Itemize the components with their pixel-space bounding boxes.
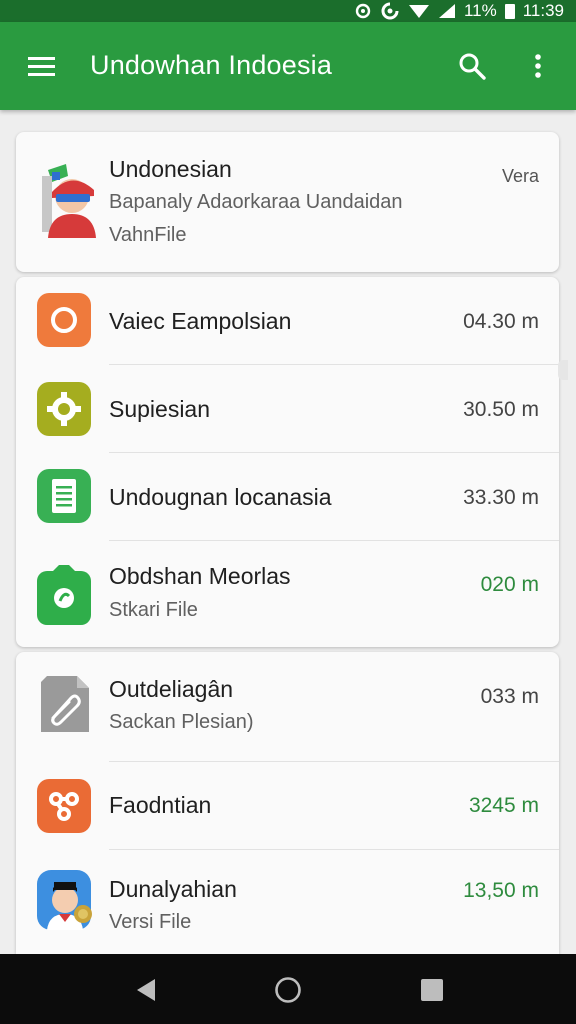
header-file-label: VahnFile — [109, 224, 187, 246]
list-item-title: Dunalyahian — [109, 876, 237, 902]
list-item[interactable]: Obdshan Meorlas Stkari File 020 m — [16, 541, 559, 647]
data-saver-icon — [380, 2, 400, 20]
list-item-title: Supiesian — [109, 396, 211, 422]
app-bar: Undowhan Indoesia — [0, 22, 576, 110]
list-item-subtitle: Stkari File — [109, 599, 198, 621]
wifi-icon — [408, 3, 430, 19]
sync-icon — [354, 2, 372, 20]
app-screen: 11% 11:39 Undowhan Indoesia Undonesian B… — [0, 0, 576, 1024]
signal-icon — [438, 3, 456, 19]
list-item[interactable]: Vaiec Eampolsian 04.30 m — [16, 277, 559, 365]
list-item[interactable]: Supiesian 30.50 m — [16, 365, 559, 453]
list-item-meta: 04.30 m — [463, 310, 539, 333]
app-title: Undowhan Indoesia — [90, 50, 333, 80]
more-vert-icon[interactable] — [528, 50, 548, 82]
home-circle-icon[interactable] — [274, 976, 302, 1004]
battery-icon — [504, 3, 515, 19]
person-avatar-icon — [37, 870, 93, 932]
list-item-title: Faodntian — [109, 792, 212, 818]
gear-icon — [37, 382, 91, 436]
list-item-title: Vaiec Eampolsian — [109, 308, 292, 334]
hamburger-menu-icon[interactable] — [26, 52, 58, 80]
header-row[interactable]: Undonesian Bapanaly Adaorkaraa Uandaidan… — [16, 132, 559, 272]
list-item-meta: 13,50 m — [463, 879, 539, 902]
list-item-meta: 3245 m — [468, 794, 539, 817]
list-item-subtitle: Sackan Plesian) — [109, 711, 254, 733]
list-item-title: Obdshan Meorlas — [109, 563, 291, 589]
share-nodes-icon — [37, 779, 91, 833]
list-item-meta: 30.50 m — [463, 398, 539, 421]
list-card-1: Vaiec Eampolsian 04.30 m Supiesian 30.50… — [16, 277, 559, 647]
back-triangle-icon[interactable] — [133, 976, 161, 1004]
person-avatar-icon — [38, 162, 100, 238]
system-nav-bar — [0, 954, 576, 1024]
search-icon[interactable] — [456, 50, 488, 82]
scroll-handle[interactable] — [558, 360, 568, 380]
recent-square-icon[interactable] — [418, 976, 446, 1004]
list-card-2: Outdeliagân Sackan Plesian) 033 m Faodnt… — [16, 652, 559, 954]
list-item-meta: 33.30 m — [463, 486, 539, 509]
list-item[interactable]: Outdeliagân Sackan Plesian) 033 m — [16, 652, 559, 762]
list-item-meta: 033 m — [480, 685, 539, 708]
list-item-title: Undougnan locanasia — [109, 484, 332, 510]
status-bar: 11% 11:39 — [0, 0, 576, 22]
orange-circle-icon — [37, 293, 91, 347]
list-item[interactable]: Dunalyahian Versi File 13,50 m — [16, 850, 559, 954]
header-version: Vera — [501, 166, 539, 186]
list-item-title: Outdeliagân — [109, 676, 234, 702]
list-item[interactable]: Faodntian 3245 m — [16, 762, 559, 850]
header-card[interactable]: Undonesian Bapanaly Adaorkaraa Uandaidan… — [16, 132, 559, 272]
list-item[interactable]: Undougnan locanasia 33.30 m — [16, 453, 559, 541]
battery-percent: 11% — [463, 1, 497, 20]
clock: 11:39 — [522, 1, 564, 20]
list-item-subtitle: Versi File — [109, 911, 192, 933]
header-subtitle: Bapanaly Adaorkaraa Uandaidan — [109, 191, 403, 213]
paperclip-file-icon — [37, 676, 93, 734]
header-title: Undonesian — [109, 156, 232, 182]
document-icon — [37, 469, 91, 523]
list-item-meta: 020 m — [480, 573, 539, 596]
camera-icon — [37, 565, 91, 625]
